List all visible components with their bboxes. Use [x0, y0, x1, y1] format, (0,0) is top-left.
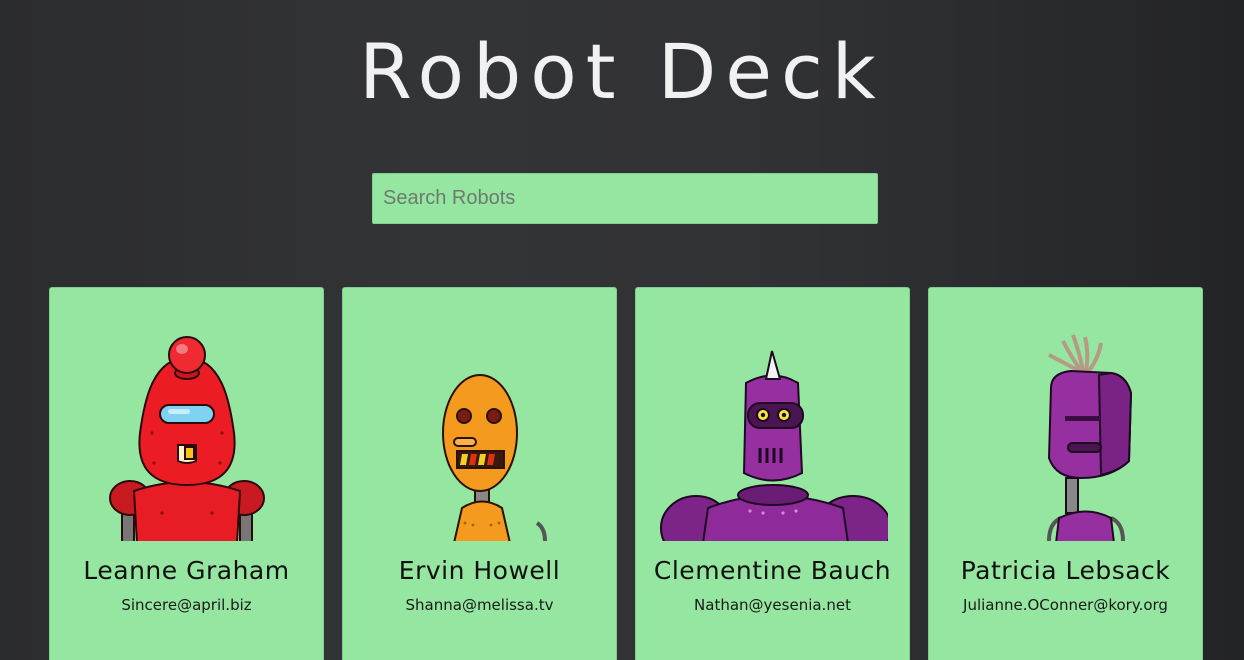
robot-avatar-image — [108, 336, 265, 541]
robot-card[interactable]: Clementine Bauch Nathan@yesenia.net — [635, 287, 910, 660]
robot-card-list: Leanne Graham Sincere@april.biz Ervin Ho… — [49, 287, 1209, 660]
robot-email: Julianne.OConner@kory.org — [963, 596, 1168, 614]
robot-avatar-image — [659, 350, 888, 541]
robot-email: Nathan@yesenia.net — [694, 596, 851, 614]
robot-email: Shanna@melissa.tv — [405, 596, 554, 614]
robot-avatar-image — [1046, 334, 1132, 541]
robot-name: Ervin Howell — [398, 556, 561, 585]
robot-name: Clementine Bauch — [653, 556, 892, 585]
robot-name: Patricia Lebsack — [960, 556, 1171, 585]
robot-email: Sincere@april.biz — [121, 596, 252, 614]
robot-card[interactable]: Patricia Lebsack Julianne.OConner@kory.o… — [928, 287, 1203, 660]
robot-card[interactable]: Leanne Graham Sincere@april.biz — [49, 287, 324, 660]
robot-avatar-image — [441, 374, 547, 541]
robot-card[interactable]: Ervin Howell Shanna@melissa.tv — [342, 287, 617, 660]
search-input[interactable] — [372, 173, 878, 224]
app-title: Robot Deck — [359, 27, 885, 116]
robot-name: Leanne Graham — [83, 556, 290, 585]
